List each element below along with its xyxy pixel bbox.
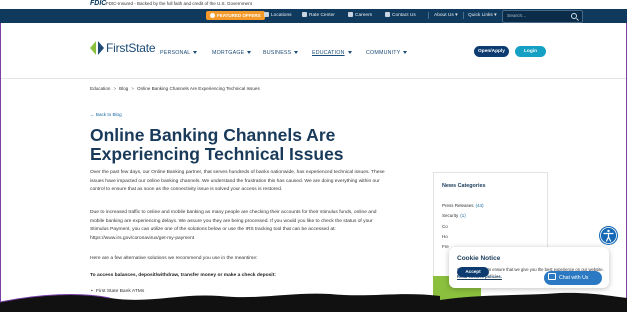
caret-down-icon [294, 51, 299, 54]
quick-links-label: Quick Links [468, 13, 493, 18]
accept-cookies-button[interactable]: Accept [457, 267, 489, 277]
accessibility-glyph [600, 227, 617, 244]
breadcrumb-current: Online Banking Channels Are Experiencing… [137, 86, 260, 91]
star-icon [210, 13, 215, 19]
sidebar-item-security[interactable]: Security (1) [442, 213, 466, 218]
caret-down-icon [347, 51, 352, 54]
login-button[interactable]: Login [515, 46, 546, 57]
chat-with-us-button[interactable]: Chat with Us [544, 271, 602, 285]
about-us-menu[interactable]: About Us ▾ [434, 12, 457, 20]
article-paragraph: Due to increased traffic to online and m… [90, 210, 377, 242]
sidebar-item-label: Security [442, 213, 459, 218]
quick-links-menu[interactable]: Quick Links ▾ [468, 12, 497, 20]
contact-link[interactable]: Contact Us [385, 12, 416, 20]
divider [463, 12, 464, 19]
nav-mortgage-label: MORTGAGE [212, 50, 245, 56]
logo-mark-icon [90, 40, 104, 56]
sidebar-item-press-releases[interactable]: Press Releases (44) [442, 203, 484, 208]
fdic-bar: FDIC FDIC-Insured - Backed by the full f… [0, 0, 627, 9]
sidebar-item[interactable]: Fre [442, 244, 449, 249]
rate-center-link[interactable]: Rate Center [302, 12, 335, 20]
back-arrow-icon: ← [90, 112, 95, 117]
sidebar-item[interactable]: Co [442, 224, 448, 229]
chat-icon [548, 273, 556, 280]
featured-offers-button[interactable]: FEATURED OFFERS [206, 11, 265, 20]
careers-icon [348, 12, 353, 17]
search-box[interactable] [502, 10, 583, 23]
article-paragraph: Over the past few days, our Online Banki… [90, 170, 385, 193]
nav-community[interactable]: COMMUNITY [366, 50, 408, 56]
frame-border [0, 23, 1, 312]
nav-mortgage[interactable]: MORTGAGE [212, 50, 252, 56]
caret-down-icon [403, 51, 408, 54]
nav-personal-label: PERSONAL [160, 50, 191, 56]
sidebar-item-label: Co [442, 224, 448, 229]
breadcrumb-separator: > [113, 86, 117, 91]
careers-label: Careers [355, 13, 373, 18]
open-apply-button[interactable]: Open/Apply [474, 46, 509, 57]
sidebar-item-label: Fre [442, 244, 449, 249]
accessibility-icon[interactable] [599, 226, 618, 245]
breadcrumb: Education > Blog > Online Banking Channels A… [90, 86, 260, 91]
sidebar-item-label: Press Releases [442, 203, 474, 208]
sidebar-item-count: (1) [460, 213, 466, 218]
sidebar-item-count: (44) [475, 203, 484, 208]
locations-label: Locations [271, 13, 292, 18]
cookie-title: Cookie Notice [457, 255, 501, 262]
careers-link[interactable]: Careers [348, 12, 372, 20]
bottom-decoration [0, 292, 627, 312]
search-icon[interactable] [571, 13, 577, 19]
caret-down-icon [193, 51, 198, 54]
back-to-blog-link[interactable]: ← Back to Blog [90, 112, 122, 117]
main-navigation: FirstState PERSONAL MORTGAGE BUSINESS ED… [0, 23, 627, 79]
featured-offers-label: FEATURED OFFERS [217, 13, 261, 18]
utility-bar: FEATURED OFFERS Locations Rate Center Ca… [0, 9, 627, 23]
contact-icon [385, 12, 390, 17]
sidebar-title: News Categories [442, 183, 486, 189]
rate-center-label: Rate Center [309, 13, 335, 18]
page-title: Online Banking Channels Are Experiencing… [90, 125, 344, 164]
caret-down-icon [247, 51, 252, 54]
sidebar-item-label: Ho [442, 234, 448, 239]
contact-label: Contact Us [392, 13, 416, 18]
search-input[interactable] [507, 12, 567, 20]
article-paragraph: Here are a few alternative solutions we … [90, 256, 258, 261]
fdic-text: FDIC-Insured - Backed by the full faith … [106, 1, 252, 6]
breadcrumb-separator: > [131, 86, 135, 91]
breadcrumb-education[interactable]: Education [90, 86, 110, 91]
breadcrumb-blog[interactable]: Blog [119, 86, 128, 91]
nav-business-label: BUSINESS [263, 50, 292, 56]
about-us-label: About Us [434, 13, 454, 18]
divider [428, 12, 429, 19]
nav-community-label: COMMUNITY [366, 50, 401, 56]
chat-label: Chat with Us [559, 275, 589, 281]
location-pin-icon [264, 12, 269, 17]
nav-personal[interactable]: PERSONAL [160, 50, 198, 56]
back-to-blog-label: Back to Blog [95, 112, 122, 117]
nav-business[interactable]: BUSINESS [263, 50, 299, 56]
nav-education[interactable]: EDUCATION [312, 50, 352, 56]
sidebar-item[interactable]: Ho [442, 234, 448, 239]
nav-education-label: EDUCATION [312, 50, 345, 56]
rate-center-icon [302, 12, 307, 17]
fdic-logo: FDIC [90, 0, 107, 7]
locations-link[interactable]: Locations [264, 12, 292, 20]
article-subheading: To access balances, deposit/withdraw, tr… [90, 273, 276, 278]
brand-logo[interactable]: FirstState [106, 41, 156, 55]
